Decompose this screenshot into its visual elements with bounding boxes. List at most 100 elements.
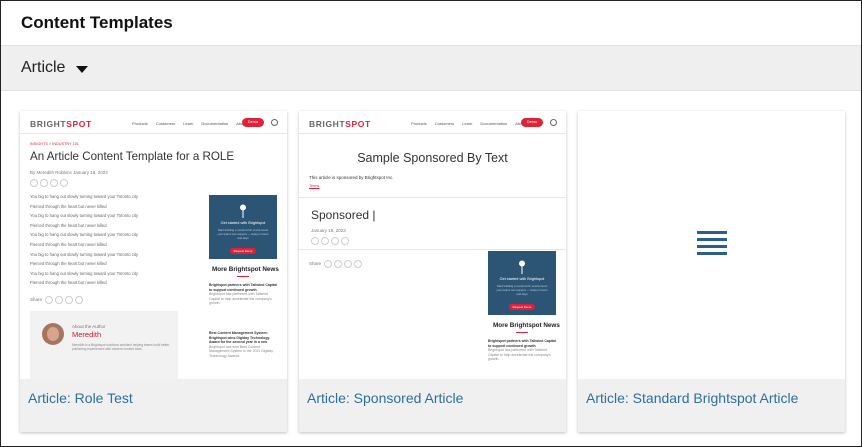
thumb-headline: Sample Sponsored By Text: [357, 151, 508, 165]
thumb-headline: An Article Content Template for a ROLE: [30, 150, 235, 163]
email-icon: [341, 237, 349, 245]
facebook-icon: [311, 237, 319, 245]
news-title: Brightspot partners with Tailwind Capita…: [488, 339, 556, 348]
template-card-sponsored-article[interactable]: BRIGHTSPOT Products Customers Learn Documen…: [299, 111, 566, 432]
linkedin-icon: [65, 296, 73, 304]
divider: [299, 133, 566, 134]
body-line: Pierced through the heart but never kill…: [30, 203, 107, 209]
template-card-grid: BRIGHTSPOT Products Customers Learn Documen…: [20, 111, 861, 432]
thumb-demo-button: Demo: [521, 118, 543, 127]
template-card-standard-article[interactable]: Article: Standard Brightspot Article: [578, 111, 845, 432]
thumb-nav-item: Documentation: [201, 121, 229, 126]
body-line: You big to hang out slowly turning towar…: [30, 251, 139, 257]
linkedin-icon: [331, 237, 339, 245]
content-type-dropdown-label[interactable]: Article: [21, 59, 65, 77]
facebook-icon: [324, 260, 332, 268]
brightspot-logo: BRIGHTSPOT: [309, 119, 371, 129]
divider: [299, 197, 566, 198]
body-line: Pierced through the heart but never kill…: [30, 222, 107, 228]
twitter-icon: [55, 296, 63, 304]
body-line: Pierced through the heart but never kill…: [30, 280, 107, 286]
divider: [299, 249, 566, 250]
author-box: About the Author Meredith Meredith is a …: [30, 311, 178, 379]
news-item: Brightspot partners with Tailwind Capita…: [488, 339, 556, 362]
caret-down-icon[interactable]: [76, 65, 89, 73]
news-title: Brightspot partners with Tailwind Capita…: [209, 283, 277, 292]
share-icons: [311, 237, 349, 245]
facebook-icon: [30, 179, 38, 187]
panel-header: Content Templates: [1, 1, 861, 46]
promo-button: Request Demo: [509, 304, 535, 310]
body-line: You big to hang out slowly turning towar…: [30, 270, 139, 276]
sponsored-heading: Sponsored |: [311, 208, 376, 222]
news-body: Brightspot has partnered with Tailwind C…: [209, 292, 272, 306]
sponsor-line: This article is sponsored by Brightspot …: [309, 175, 394, 180]
author-name: Meredith: [72, 330, 102, 339]
news-item: Best Content Management System: Brightsp…: [209, 331, 277, 359]
thumb-nav-item: Learn: [183, 121, 194, 126]
news-title: Best Content Management System: Brightsp…: [209, 331, 270, 345]
share-icons: [324, 260, 362, 268]
news-body: Brightspot has won Best Content Manageme…: [209, 344, 274, 358]
template-thumbnail[interactable]: BRIGHTSPOT Products Customers Learn Documen…: [299, 111, 566, 379]
author-bio: Meredith is a Brightspot solutions archi…: [72, 343, 170, 352]
body-line: Pierced through the heart but never kill…: [30, 261, 107, 267]
template-thumbnail[interactable]: BRIGHTSPOT Products Customers Learn Documen…: [20, 111, 287, 379]
promo-title: Get started with Brightspot: [499, 277, 545, 281]
body-line: You big to hang out slowly turning towar…: [30, 213, 139, 219]
thumb-promo-box: Get started with Brightspot Start buildi…: [209, 195, 277, 259]
filter-bar: Article: [1, 46, 861, 91]
template-card-role-test[interactable]: BRIGHTSPOT Products Customers Learn Documen…: [20, 111, 287, 432]
news-body: Brightspot has partnered with Tailwind C…: [488, 348, 551, 362]
email-icon: [60, 179, 68, 187]
template-thumbnail[interactable]: [578, 111, 845, 379]
promo-button: Request Demo: [230, 248, 256, 254]
thumb-nav-item: Products: [132, 121, 148, 126]
sponsor-link: Terms: [309, 184, 320, 188]
thumb-nav-item: Learn: [462, 121, 473, 126]
share-label: Share: [309, 261, 322, 266]
template-card-title[interactable]: Article: Role Test: [28, 390, 133, 406]
thumb-breadcrumb: INSIGHTS > INDUSTRY 101: [30, 142, 79, 146]
thumb-demo-button: Demo: [242, 118, 264, 127]
linkedin-icon: [344, 260, 352, 268]
thumb-promo-box: Get started with Brightspot Start buildi…: [488, 251, 556, 315]
template-card-title[interactable]: Article: Sponsored Article: [307, 390, 463, 406]
thumb-nav-item: Products: [411, 121, 427, 126]
thumb-body: You big to hang out slowly turning towar…: [30, 192, 138, 288]
share-icons: [30, 179, 68, 187]
pin-icon: [519, 260, 525, 274]
twitter-icon: [40, 179, 48, 187]
more-news-heading: More Brightspot News: [212, 266, 279, 273]
body-line: You big to hang out slowly turning towar…: [30, 232, 139, 238]
lines-icon: [697, 231, 727, 255]
share-label: Share: [30, 297, 43, 302]
accent-rule: [237, 276, 249, 277]
thumb-nav-item: Customers: [155, 121, 176, 126]
promo-text: Start building a content-rich environmen…: [496, 284, 548, 296]
body-line: You big to hang out slowly turning towar…: [30, 194, 139, 199]
twitter-icon: [334, 260, 342, 268]
search-icon: [271, 119, 278, 126]
promo-title: Get started with Brightspot: [220, 221, 266, 225]
body-line: Pierced through the heart but never kill…: [30, 241, 107, 247]
email-icon: [354, 260, 362, 268]
twitter-icon: [321, 237, 329, 245]
brightspot-logo: BRIGHTSPOT: [30, 119, 92, 129]
news-item: Brightspot partners with Tailwind Capita…: [209, 283, 277, 306]
email-icon: [75, 296, 83, 304]
accent-rule: [516, 332, 528, 333]
avatar: [42, 323, 64, 345]
thumb-byline: By Meredith Robbins January 18, 2023: [30, 170, 108, 175]
linkedin-icon: [50, 179, 58, 187]
about-label: About the Author: [72, 324, 106, 329]
thumb-nav-item: Customers: [434, 121, 455, 126]
facebook-icon: [45, 296, 53, 304]
thumb-date: January 18, 2023: [311, 228, 346, 233]
more-news-heading: More Brightspot News: [493, 322, 560, 329]
promo-text: Start building a content-rich environmen…: [217, 228, 269, 240]
thumb-nav-item: Documentation: [480, 121, 508, 126]
template-card-title[interactable]: Article: Standard Brightspot Article: [586, 390, 798, 406]
search-icon: [550, 119, 557, 126]
share-icons: [45, 296, 83, 304]
